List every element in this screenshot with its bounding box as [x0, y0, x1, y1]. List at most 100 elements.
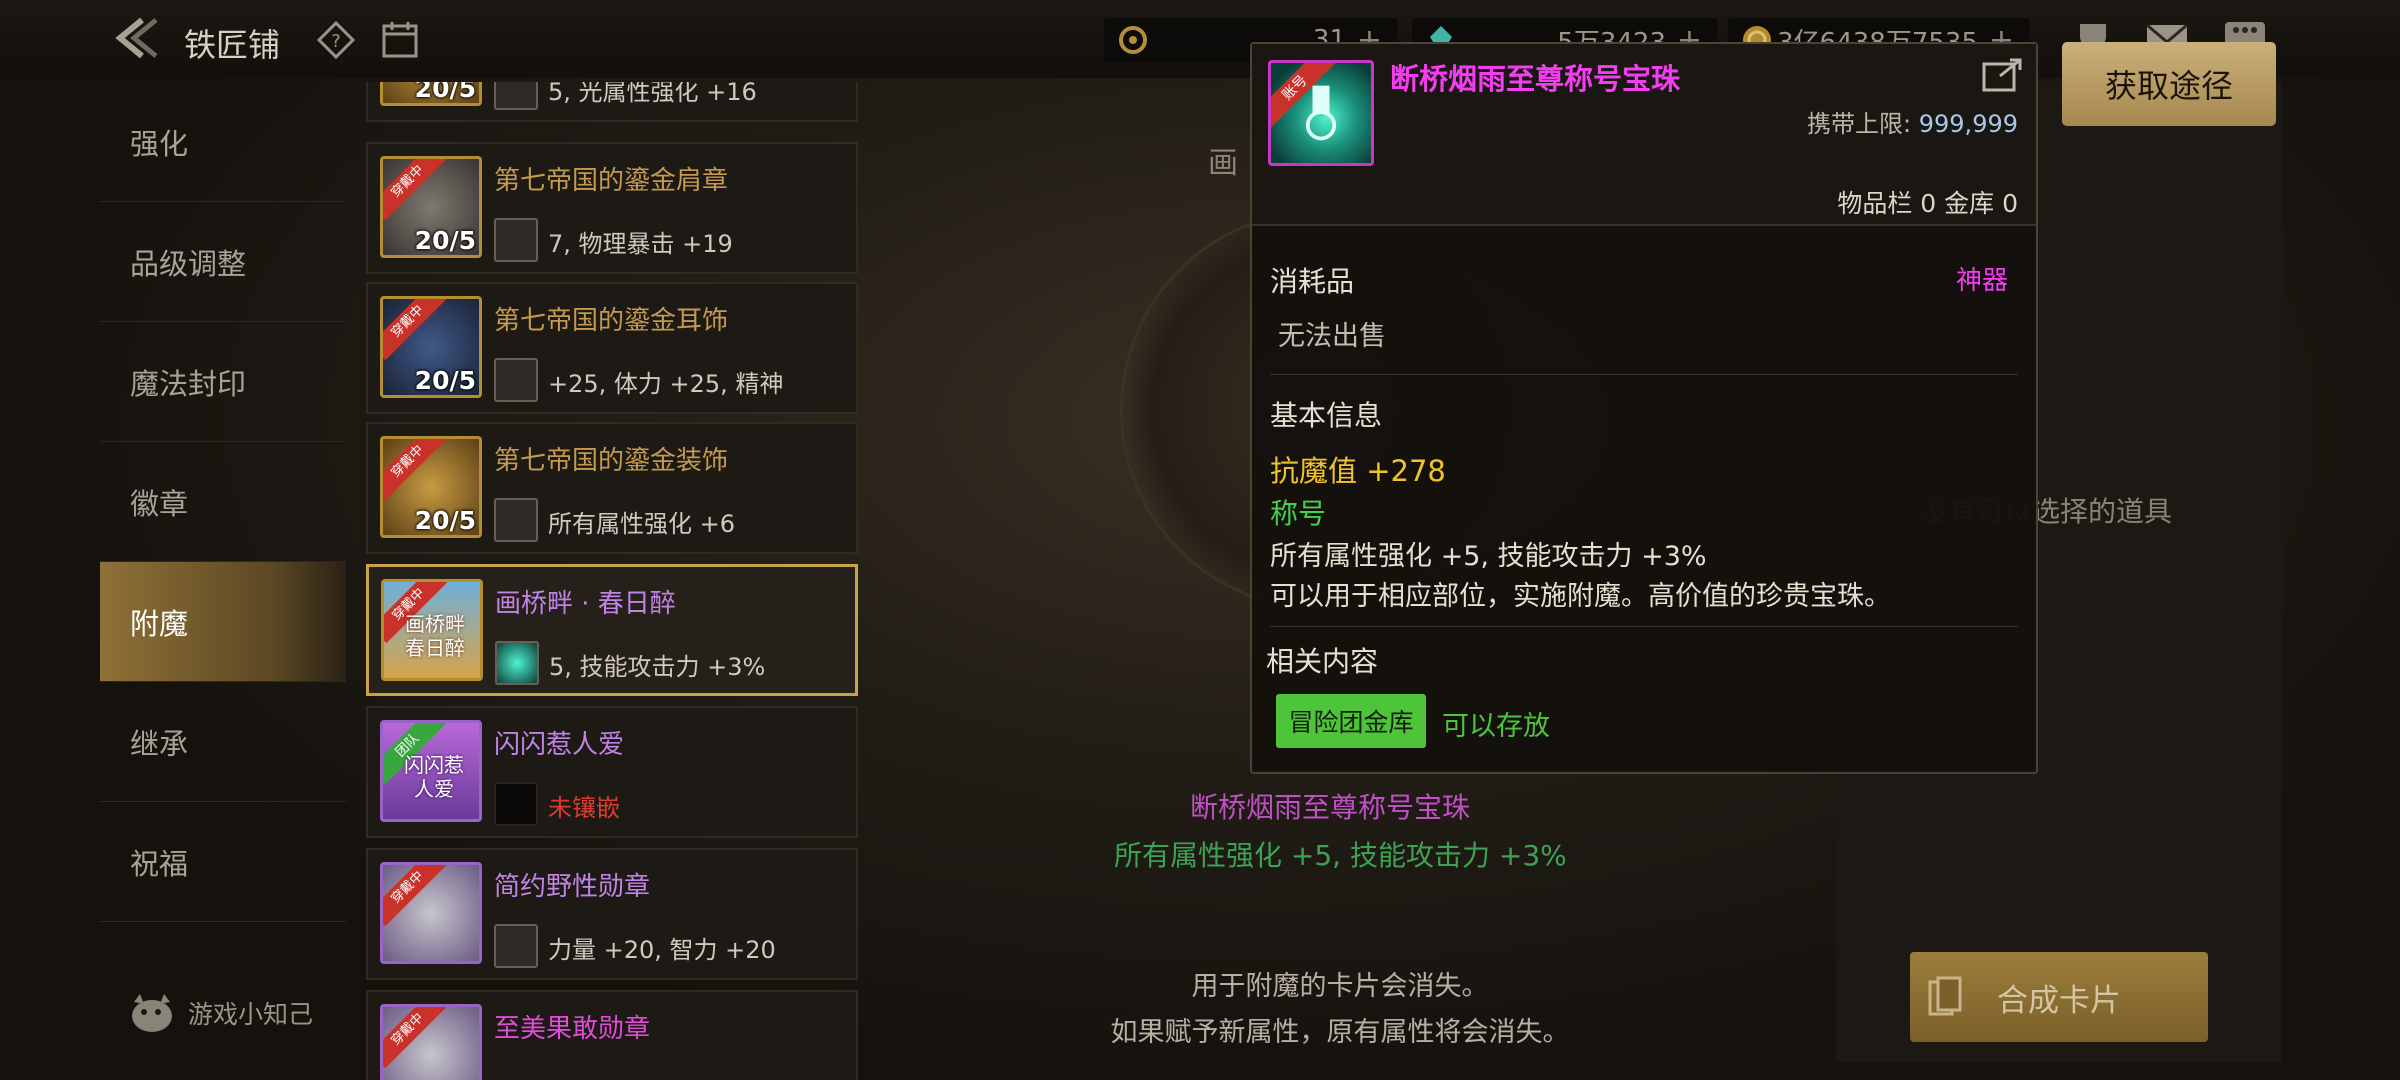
game-tips-button[interactable]: 游戏小知己: [124, 990, 313, 1036]
item-count: 20/5: [414, 506, 476, 535]
item-description: 可以用于相应部位，实施附魔。高价值的珍贵宝珠。: [1270, 581, 1891, 612]
left-nav: 强化 品级调整 魔法封印 徽章 附魔 继承 祝福: [100, 82, 346, 922]
pig-mascot-icon: [132, 994, 172, 1032]
nav-item-grade[interactable]: 品级调整: [100, 202, 346, 322]
item-stat: 所有属性强化 +5, 技能攻击力 +3%: [1270, 541, 1707, 572]
adventure-vault-tag[interactable]: 冒险团金库: [1276, 694, 1426, 748]
item-name: 画桥畔 · 春日醉: [495, 589, 676, 619]
result-card-stat: 所有属性强化 +5, 技能攻击力 +3%: [1114, 839, 1567, 872]
svg-text:?: ?: [331, 31, 341, 52]
page-title: 铁匠铺: [184, 26, 281, 64]
item-enchant-stat: 5, 技能攻击力 +3%: [549, 653, 766, 681]
equipped-ribbon: 穿戴中: [383, 865, 447, 927]
item-name: 第七帝国的鎏金耳饰: [494, 306, 729, 336]
nav-item-label: 附魔: [130, 606, 189, 641]
result-card-name: 断桥烟雨至尊称号宝珠: [1190, 791, 1471, 824]
nav-item-label: 徽章: [130, 486, 189, 521]
item-enchant-stat: 5, 光属性强化 +16: [548, 82, 757, 106]
orb-item-icon: 账号: [1268, 60, 1374, 166]
nav-item-emblem[interactable]: 徽章: [100, 442, 346, 562]
title-label: 称号: [1270, 497, 1327, 530]
item-thumbnail: 穿戴中 20/5: [380, 436, 482, 538]
item-thumbnail-text: 闪闪惹 人爱: [404, 753, 464, 801]
item-enchant-stat: 所有属性强化 +6: [548, 510, 736, 538]
sell-status: 无法出售: [1278, 321, 1386, 352]
enchant-card-icon: [494, 82, 538, 110]
help-icon[interactable]: ?: [316, 20, 356, 60]
item-list[interactable]: 20/5 5, 光属性强化 +16 穿戴中 20/5 第七帝国的鎏金肩章 7, 物…: [364, 82, 860, 1080]
list-item[interactable]: 团队 闪闪惹 人爱 闪闪惹人爱 未镶嵌: [366, 706, 858, 838]
nav-item-blessing[interactable]: 祝福: [100, 802, 346, 922]
enchant-card-icon: [494, 924, 538, 968]
enchant-note: 用于附魔的卡片会消失。 如果赋予新属性，原有属性将会消失。: [1090, 964, 1590, 1056]
item-count: 20/5: [414, 226, 476, 255]
calendar-icon[interactable]: [380, 20, 420, 60]
game-tips-label: 游戏小知己: [188, 1000, 314, 1029]
related-label: 相关内容: [1266, 645, 1379, 678]
enchant-card-icon: [495, 641, 539, 685]
nav-item-label: 品级调整: [130, 246, 247, 281]
item-enchant-status: 未镶嵌: [548, 794, 620, 822]
enchant-card-icon: [494, 358, 538, 402]
resist-value: 抗魔值 +278: [1270, 454, 1446, 488]
list-item[interactable]: 穿戴中 至美果敢勋章: [366, 990, 858, 1080]
share-icon[interactable]: [1982, 56, 2024, 92]
item-thumbnail: 穿戴中 20/5: [380, 156, 482, 258]
enchant-card-icon: [494, 218, 538, 262]
item-name: 简约野性勋章: [494, 872, 651, 902]
item-count: 20/5: [414, 366, 476, 395]
item-thumbnail: 团队 闪闪惹 人爱: [380, 720, 482, 822]
gold-c-icon: [1119, 26, 1147, 54]
cards-icon: [1928, 976, 1962, 1016]
item-enchant-stat: +25, 体力 +25, 精神: [548, 370, 784, 398]
carry-limit-value: 999,999: [1918, 110, 2018, 138]
list-item-selected[interactable]: 穿戴中 画桥畔 春日醉 画桥畔 · 春日醉 5, 技能攻击力 +3%: [366, 564, 858, 696]
compose-card-button[interactable]: 合成卡片: [1910, 952, 2208, 1042]
nav-item-label: 魔法封印: [130, 366, 247, 401]
back-arrow-icon[interactable]: [112, 16, 160, 60]
equipped-ribbon: 穿戴中: [383, 439, 447, 501]
list-item[interactable]: 穿戴中 20/5 第七帝国的鎏金耳饰 +25, 体力 +25, 精神: [366, 282, 858, 414]
item-thumbnail: 20/5: [380, 82, 482, 106]
equipped-ribbon: 穿戴中: [383, 159, 447, 221]
list-item[interactable]: 穿戴中 20/5 第七帝国的鎏金肩章 7, 物理暴击 +19: [366, 142, 858, 274]
tooltip-title: 断桥烟雨至尊称号宝珠: [1390, 62, 1681, 96]
list-item[interactable]: 穿戴中 简约野性勋章 力量 +20, 智力 +20: [366, 848, 858, 980]
equipped-ribbon: 穿戴中: [383, 1007, 447, 1069]
divider: [1270, 626, 2018, 627]
list-item[interactable]: 穿戴中 20/5 第七帝国的鎏金装饰 所有属性强化 +6: [366, 422, 858, 554]
nav-item-enhance[interactable]: 强化: [100, 82, 346, 202]
item-thumbnail: 穿戴中: [380, 1004, 482, 1080]
compose-card-label: 合成卡片: [1997, 982, 2121, 1019]
nav-item-inherit[interactable]: 继承: [100, 682, 346, 802]
nav-item-enchant[interactable]: 附魔: [100, 562, 346, 682]
item-thumbnail: 穿戴中 画桥畔 春日醉: [381, 579, 483, 681]
item-name: 第七帝国的鎏金装饰: [494, 446, 729, 476]
item-type: 消耗品: [1270, 265, 1355, 298]
divider: [1270, 374, 2018, 375]
tooltip-header: 账号 断桥烟雨至尊称号宝珠 携带上限: 999,999 物品栏 0 金库 0: [1252, 44, 2036, 226]
nav-item-magic-seal[interactable]: 魔法封印: [100, 322, 346, 442]
item-count: 20/5: [414, 82, 476, 103]
enchant-card-icon: [494, 498, 538, 542]
equipped-ribbon: 穿戴中: [383, 299, 447, 361]
item-thumbnail: 穿戴中 20/5: [380, 296, 482, 398]
note-line: 如果赋予新属性，原有属性将会消失。: [1110, 1017, 1570, 1048]
nav-item-label: 继承: [130, 726, 189, 761]
storable-text: 可以存放: [1442, 711, 1550, 742]
item-tooltip: 账号 断桥烟雨至尊称号宝珠 携带上限: 999,999 物品栏 0 金库 0 消…: [1250, 42, 2038, 774]
center-label: 画: [1208, 146, 1238, 181]
empty-card-slot: [494, 782, 538, 826]
nav-item-label: 强化: [130, 126, 189, 161]
item-name: 第七帝国的鎏金肩章: [494, 166, 729, 196]
top-bar: 铁匠铺 ? 31 + 5万3423 + 3亿6438万7535 +: [0, 0, 2400, 78]
item-name: 闪闪惹人爱: [494, 730, 625, 760]
inventory-count: 物品栏 0 金库 0: [1837, 189, 2018, 218]
nav-item-label: 祝福: [130, 846, 189, 881]
carry-limit: 携带上限: 999,999: [1807, 104, 2018, 139]
item-enchant-stat: 力量 +20, 智力 +20: [548, 936, 776, 964]
item-name: 至美果敢勋章: [494, 1014, 651, 1044]
acquire-route-button[interactable]: 获取途径: [2062, 42, 2276, 126]
list-item[interactable]: 20/5 5, 光属性强化 +16: [366, 82, 858, 122]
carry-limit-label: 携带上限:: [1807, 110, 1912, 138]
